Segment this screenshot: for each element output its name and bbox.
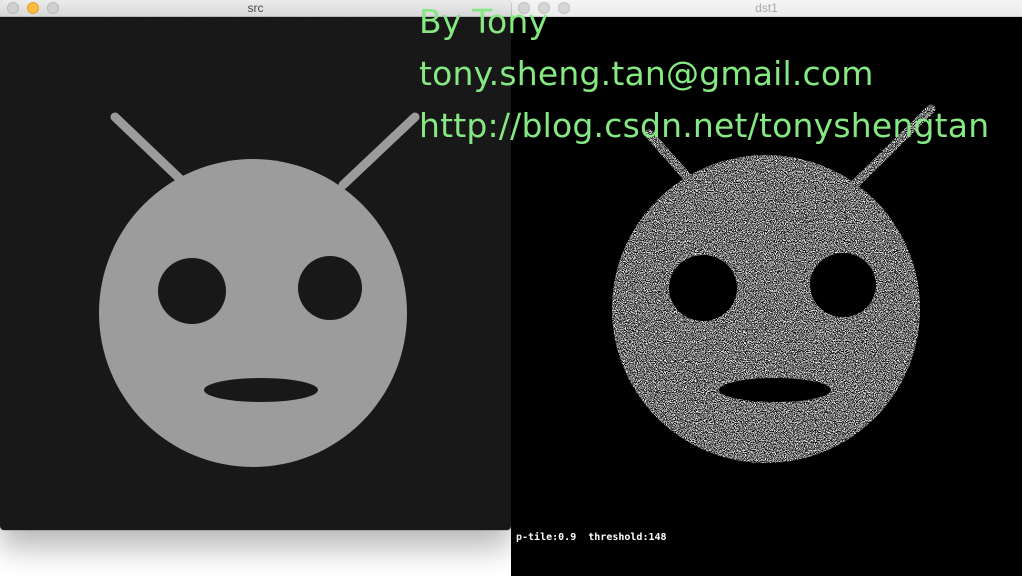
dst1-image: p-tile:0.9 threshold:148	[511, 17, 1022, 576]
dst1-titlebar[interactable]: dst1	[511, 0, 1022, 17]
src-window-title: src	[247, 1, 264, 15]
src-face-image	[0, 17, 511, 530]
src-image	[0, 17, 511, 530]
desktop: src dst1 p-tile:0.9 threshold:148 By Ton…	[0, 0, 1022, 576]
p-tile-value: 0.9	[558, 532, 577, 543]
src-window: src	[0, 0, 511, 530]
p-tile-label: p-tile:	[516, 532, 559, 543]
threshold-value: 148	[648, 532, 667, 543]
dst1-window: dst1 p-tile:0.9 threshold:148	[511, 0, 1022, 576]
threshold-status: p-tile:0.9 threshold:148	[516, 532, 667, 543]
dst1-window-title: dst1	[755, 1, 778, 15]
thresholded-face	[511, 17, 1022, 576]
src-titlebar[interactable]: src	[0, 0, 511, 17]
dst1-face-image	[511, 17, 1022, 576]
noise-overlay	[0, 17, 511, 530]
threshold-label: threshold:	[588, 532, 649, 543]
